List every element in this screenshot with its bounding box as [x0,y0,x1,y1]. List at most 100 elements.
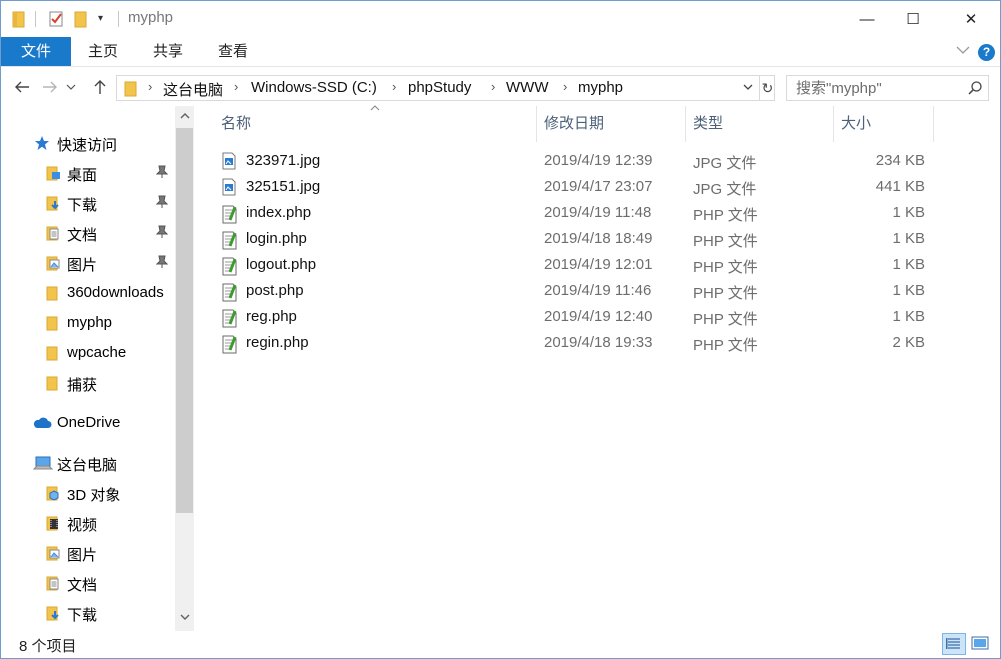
sidebar-item-documents[interactable]: 文档 [1,219,176,247]
sidebar-item-documents-pc[interactable]: 文档 [1,569,176,597]
computer-icon [32,455,54,471]
file-row[interactable]: 323971.jpg 2019/4/19 12:39 JPG 文件 234 KB [221,148,941,174]
close-button[interactable]: ✕ [948,1,994,37]
breadcrumb-separator-icon[interactable]: › [234,79,238,94]
pin-icon[interactable] [155,165,169,182]
file-size: 1 KB [892,230,925,247]
sidebar-item-capture[interactable]: 捕获 [1,369,176,397]
file-row[interactable]: index.php 2019/4/19 11:48 PHP 文件 1 KB [221,200,941,226]
sidebar-item-videos[interactable]: 视频 [1,509,176,537]
column-divider[interactable] [933,106,934,142]
address-history-chevron-icon[interactable] [742,80,754,97]
file-name: reg.php [246,308,297,325]
file-size: 234 KB [875,152,925,169]
breadcrumb-this-pc[interactable]: 这台电脑 [163,79,223,100]
sidebar-item-this-pc[interactable]: 这台电脑 [1,449,176,477]
column-header-date[interactable]: 修改日期 [536,106,684,142]
pin-icon[interactable] [155,225,169,242]
sidebar-item-onedrive[interactable]: OneDrive [1,409,176,437]
sidebar-item-downloads[interactable]: 下载 [1,189,176,217]
sidebar-item-pictures[interactable]: 图片 [1,249,176,277]
tab-share[interactable]: 共享 [138,37,198,66]
documents-folder-icon [45,575,61,591]
recent-locations-chevron-icon[interactable] [64,76,78,98]
large-icons-view-button[interactable] [969,633,993,655]
sidebar-item-label: 图片 [67,257,98,274]
breadcrumb-separator-icon[interactable]: › [148,79,152,94]
pin-icon[interactable] [155,195,169,212]
breadcrumb-phpstudy[interactable]: phpStudy [408,79,471,96]
minimize-button[interactable]: — [844,1,890,37]
search-input[interactable] [787,76,962,100]
navigation-bar: › 这台电脑 › Windows-SSD (C:) › phpStudy › W… [1,68,1000,106]
breadcrumb-separator-icon[interactable]: › [491,79,495,94]
search-icon[interactable] [967,80,983,100]
file-row[interactable]: post.php 2019/4/19 11:46 PHP 文件 1 KB [221,278,941,304]
file-date: 2019/4/19 12:39 [544,152,653,169]
downloads-folder-icon [45,605,61,621]
file-row[interactable]: 325151.jpg 2019/4/17 23:07 JPG 文件 441 KB [221,174,941,200]
sidebar-item-label: myphp [67,314,113,331]
refresh-icon[interactable]: ↻ [759,76,775,100]
file-row[interactable]: logout.php 2019/4/19 12:01 PHP 文件 1 KB [221,252,941,278]
file-size: 1 KB [892,204,925,221]
column-header-type[interactable]: 类型 [685,106,833,142]
sidebar-item-label: 3D 对象 [67,487,121,504]
file-row[interactable]: reg.php 2019/4/19 12:40 PHP 文件 1 KB [221,304,941,330]
tab-view[interactable]: 查看 [203,37,263,66]
scrollbar-thumb[interactable] [176,128,193,513]
sidebar-item-label: 文档 [67,577,98,594]
star-icon [34,135,50,151]
sidebar-item-3d-objects[interactable]: 3D 对象 [1,479,176,507]
3d-objects-icon [45,485,61,501]
sidebar-item-pictures-pc[interactable]: 图片 [1,539,176,567]
address-bar[interactable]: › 这台电脑 › Windows-SSD (C:) › phpStudy › W… [116,75,775,101]
sidebar-item-label: 快速访问 [57,137,118,154]
breadcrumb-www[interactable]: WWW [506,79,548,96]
tab-file[interactable]: 文件 [1,37,71,66]
properties-icon[interactable] [48,10,64,28]
folder-icon [45,285,61,301]
details-view-button[interactable] [942,633,966,655]
sidebar-item-wpcache[interactable]: wpcache [1,339,176,367]
sidebar-item-label: 360downloads [67,284,164,301]
help-icon[interactable]: ? [978,44,995,61]
sidebar-item-360downloads[interactable]: 360downloads [1,279,176,307]
breadcrumb-separator-icon[interactable]: › [392,79,396,94]
customize-toolbar-icon[interactable]: ▾ [98,13,103,31]
sidebar-item-myphp[interactable]: myphp [1,309,176,337]
column-header-size[interactable]: 大小 [833,106,933,142]
maximize-button[interactable]: ☐ [890,1,936,37]
breadcrumb-separator-icon[interactable]: › [563,79,567,94]
forward-button[interactable] [39,76,61,98]
file-row[interactable]: login.php 2019/4/18 18:49 PHP 文件 1 KB [221,226,941,252]
sidebar-item-label: 文档 [67,227,98,244]
new-folder-icon[interactable] [74,10,88,28]
videos-folder-icon [45,515,61,531]
expand-ribbon-icon[interactable] [956,43,970,58]
sidebar-item-label: 下载 [67,607,98,624]
sidebar-item-downloads-pc[interactable]: 下载 [1,599,176,627]
file-type: PHP 文件 [693,207,758,224]
file-row[interactable]: regin.php 2019/4/18 19:33 PHP 文件 2 KB [221,330,941,356]
image-file-icon [221,178,237,200]
file-date: 2019/4/19 12:01 [544,256,653,273]
sidebar-scrollbar[interactable] [175,106,194,631]
tab-home[interactable]: 主页 [73,37,133,66]
back-button[interactable] [11,76,33,98]
pin-icon[interactable] [155,255,169,272]
breadcrumb-drive[interactable]: Windows-SSD (C:) [251,79,377,96]
up-button[interactable] [89,76,111,98]
breadcrumb-myphp[interactable]: myphp [578,79,623,96]
column-header-name[interactable]: 名称 [213,106,535,142]
sidebar-item-quick-access[interactable]: 快速访问 [1,129,176,157]
file-type: PHP 文件 [693,285,758,302]
sidebar-item-desktop[interactable]: 桌面 [1,159,176,187]
sidebar-item-label: OneDrive [57,414,121,431]
scroll-up-icon[interactable] [175,108,194,128]
search-box[interactable] [786,75,989,101]
scroll-down-icon[interactable] [175,609,194,629]
navigation-pane: 快速访问 桌面 下载 文档 图片 360downloads myphp wpca… [1,106,195,631]
file-name: regin.php [246,334,309,351]
sidebar-item-label: wpcache [67,344,127,361]
